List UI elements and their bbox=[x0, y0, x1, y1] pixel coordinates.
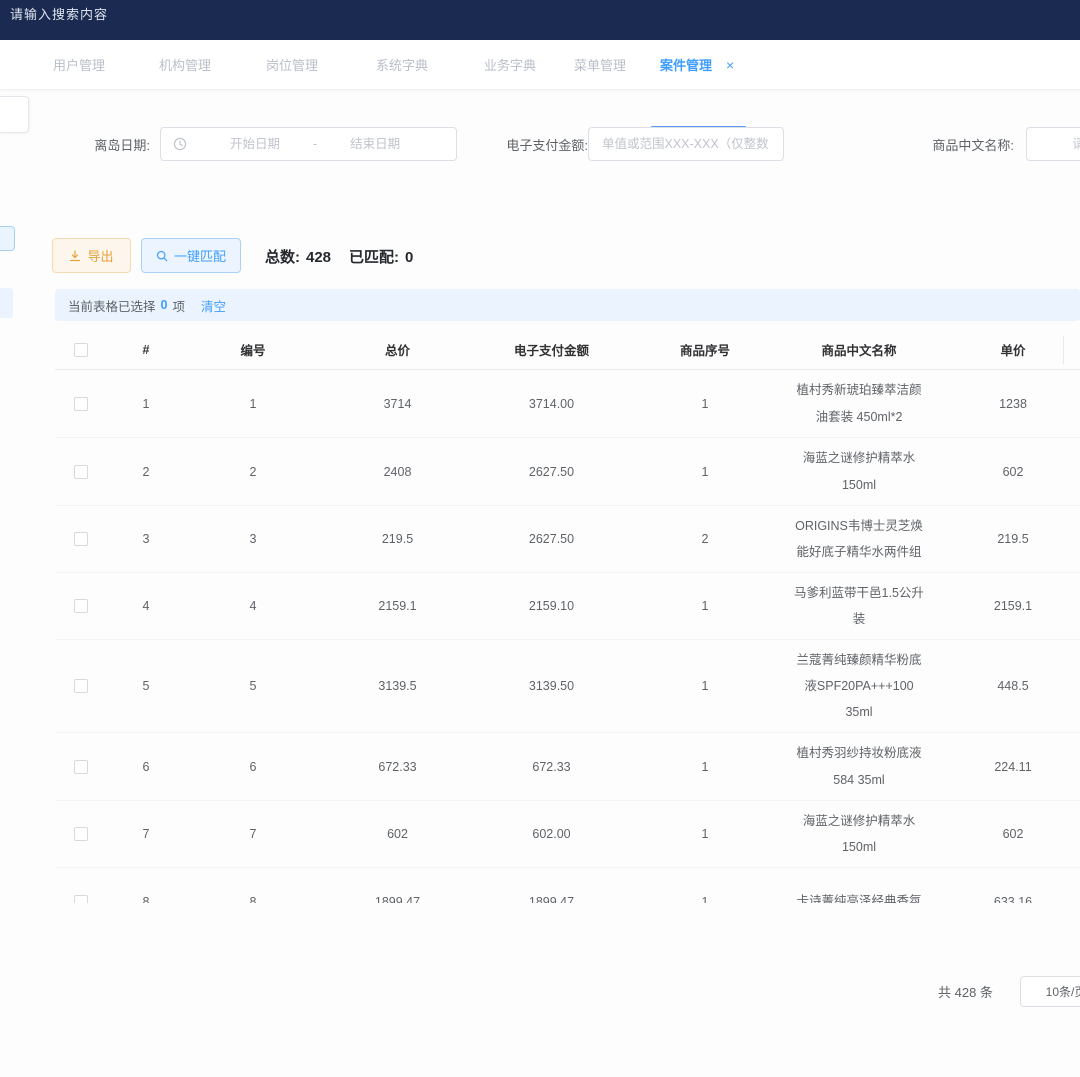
table-row: 5 5 3139.5 3139.50 1 兰蔻菁纯臻颜精华粉底液SPF20PA+… bbox=[55, 640, 1080, 733]
tab-org-mgmt[interactable]: 机构管理 bbox=[159, 40, 211, 89]
date-start-input[interactable] bbox=[201, 137, 309, 151]
selection-suffix: 项 bbox=[172, 296, 185, 315]
clipped-panel-fragment bbox=[0, 96, 29, 133]
row-checkbox[interactable] bbox=[74, 679, 88, 693]
page-size-select[interactable]: 10条/页 bbox=[1020, 976, 1080, 1007]
total-value: 428 bbox=[306, 249, 331, 266]
one-click-match-button[interactable]: 一键匹配 bbox=[141, 238, 241, 273]
global-search-input[interactable]: 请输入搜索内容 bbox=[10, 4, 108, 23]
row-checkbox[interactable] bbox=[74, 827, 88, 841]
close-icon[interactable]: × bbox=[726, 57, 734, 73]
table-row: 2 2 2408 2627.50 1 海蓝之谜修护精萃水 150ml 602 bbox=[55, 438, 1080, 506]
selection-prefix: 当前表格已选择 bbox=[68, 296, 156, 315]
col-unit: 单价 bbox=[936, 340, 1080, 359]
download-icon bbox=[69, 250, 81, 262]
col-name: 商品中文名称 bbox=[782, 340, 936, 359]
table-row: 8 8 1899.47 1899.47 1 卡诗菁纯亮泽经典香氛 633.16 bbox=[55, 868, 1080, 903]
tab-biz-dict[interactable]: 业务字典 bbox=[484, 40, 536, 89]
epay-amount-input[interactable] bbox=[588, 127, 784, 161]
table-row: 3 3 219.5 2627.50 2 ORIGINS韦博士灵芝焕能好底子精华水… bbox=[55, 506, 1080, 573]
col-seq: 商品序号 bbox=[628, 340, 782, 359]
clear-selection-link[interactable]: 清空 bbox=[201, 296, 226, 315]
tab-post-mgmt[interactable]: 岗位管理 bbox=[266, 40, 318, 89]
clock-icon bbox=[173, 137, 187, 151]
row-checkbox[interactable] bbox=[74, 895, 88, 903]
table-row: 7 7 602 602.00 1 海蓝之谜修护精萃水 150ml 602 bbox=[55, 801, 1080, 868]
export-button-label: 导出 bbox=[87, 246, 113, 265]
col-code: 编号 bbox=[186, 340, 320, 359]
one-click-match-label: 一键匹配 bbox=[174, 246, 226, 265]
col-index: # bbox=[106, 343, 186, 357]
col-total: 总价 bbox=[320, 340, 475, 359]
matched-label: 已匹配: bbox=[349, 249, 399, 266]
tab-case-mgmt[interactable]: 案件管理 × bbox=[660, 40, 734, 89]
pagination-total: 共 428 条 bbox=[938, 982, 993, 1001]
row-checkbox[interactable] bbox=[74, 532, 88, 546]
tab-menu-mgmt[interactable]: 菜单管理 bbox=[574, 40, 626, 89]
date-range-picker[interactable]: - bbox=[160, 127, 457, 161]
tab-sys-dict[interactable]: 系统字典 bbox=[376, 40, 428, 89]
row-checkbox[interactable] bbox=[74, 465, 88, 479]
row-checkbox[interactable] bbox=[74, 397, 88, 411]
app-screen: 请输入搜索内容 用户管理 机构管理 岗位管理 系统字典 业务字典 菜单管理 案件… bbox=[0, 0, 1080, 1077]
clipped-bar-fragment bbox=[0, 288, 13, 318]
row-checkbox[interactable] bbox=[74, 760, 88, 774]
matched-value: 0 bbox=[405, 249, 413, 266]
match-stats: 总数: 428 已匹配: 0 bbox=[265, 246, 419, 267]
epay-filter-label: 电子支付金额: bbox=[484, 135, 588, 154]
table-row: 6 6 672.33 672.33 1 植村秀羽纱持妆粉底液 584 35ml … bbox=[55, 733, 1080, 801]
total-label: 总数: bbox=[265, 249, 300, 266]
cases-table: # 编号 总价 电子支付金额 商品序号 商品中文名称 单价 1 1 3714 3… bbox=[55, 330, 1080, 903]
selection-info-bar: 当前表格已选择 0 项 清空 bbox=[55, 289, 1080, 321]
table-header-row: # 编号 总价 电子支付金额 商品序号 商品中文名称 单价 bbox=[55, 330, 1080, 370]
date-range-separator: - bbox=[309, 137, 321, 151]
product-name-filter-label: 商品中文名称: bbox=[904, 135, 1014, 154]
page-size-value: 10条/页 bbox=[1046, 983, 1080, 1000]
tab-case-mgmt-label: 案件管理 bbox=[660, 55, 712, 74]
clipped-button-fragment bbox=[0, 226, 15, 251]
select-all-checkbox[interactable] bbox=[74, 343, 88, 357]
top-navbar: 请输入搜索内容 bbox=[0, 0, 1080, 40]
selection-count: 0 bbox=[161, 298, 168, 312]
tab-bar: 用户管理 机构管理 岗位管理 系统字典 业务字典 菜单管理 案件管理 × bbox=[0, 40, 1080, 90]
date-end-input[interactable] bbox=[321, 137, 429, 151]
table-row: 4 4 2159.1 2159.10 1 马爹利蓝带干邑1.5公升装 2159.… bbox=[55, 573, 1080, 640]
search-icon bbox=[156, 250, 168, 262]
product-name-input[interactable] bbox=[1026, 127, 1080, 161]
row-checkbox[interactable] bbox=[74, 599, 88, 613]
export-button[interactable]: 导出 bbox=[52, 238, 131, 273]
col-epay: 电子支付金额 bbox=[475, 340, 628, 359]
column-divider bbox=[1063, 336, 1064, 364]
date-filter-label: 离岛日期: bbox=[58, 135, 150, 154]
tab-user-mgmt[interactable]: 用户管理 bbox=[53, 40, 105, 89]
table-row: 1 1 3714 3714.00 1 植村秀新琥珀臻萃洁颜油套装 450ml*2… bbox=[55, 370, 1080, 438]
